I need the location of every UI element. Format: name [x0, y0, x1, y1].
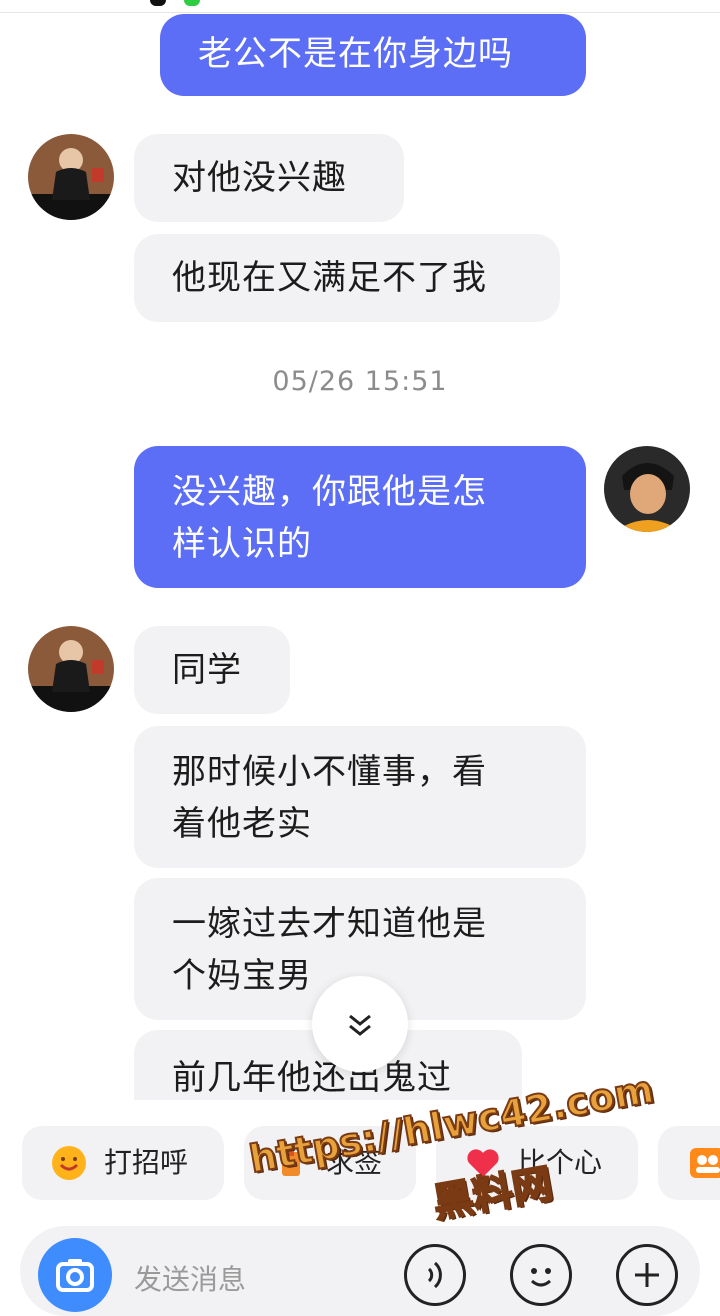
message-bubble-incoming[interactable]: 他现在又满足不了我	[134, 234, 560, 322]
camera-button[interactable]	[38, 1238, 112, 1312]
emoji-button[interactable]	[510, 1244, 572, 1306]
camera-icon	[56, 1259, 94, 1292]
status-icon-dark	[150, 0, 166, 6]
message-input[interactable]: 发送消息	[134, 1258, 246, 1298]
message-bubble-incoming[interactable]: 那时候小不懂事，看 着他老实	[134, 726, 586, 868]
message-text-line: 一嫁过去才知道他是	[172, 904, 487, 944]
message-bubble-outgoing[interactable]: 老公不是在你身边吗	[160, 14, 586, 96]
quick-action-greet[interactable]: 打招呼	[22, 1126, 224, 1200]
message-input-bar[interactable]	[20, 1226, 700, 1316]
message-text-line: 那时候小不懂事，看	[172, 752, 487, 792]
message-text-line: 着他老实	[172, 804, 312, 844]
contact-avatar[interactable]	[28, 626, 114, 712]
message-text-line: 没兴趣，你跟他是怎	[172, 472, 487, 512]
message-text: 他现在又满足不了我	[172, 258, 487, 298]
message-bubble-incoming[interactable]: 同学	[134, 626, 290, 714]
quick-action-label: 打招呼	[104, 1146, 189, 1179]
message-text: 同学	[172, 650, 242, 690]
quick-action-group[interactable]	[658, 1126, 720, 1200]
voice-icon	[427, 1261, 442, 1289]
status-bar-fragment	[0, 0, 720, 13]
plus-icon	[635, 1263, 659, 1287]
message-text: 对他没兴趣	[172, 158, 347, 198]
scroll-to-bottom-button[interactable]	[312, 976, 408, 1072]
double-chevron-down-icon	[349, 1014, 371, 1036]
status-icon-green	[184, 0, 200, 6]
contact-avatar[interactable]	[28, 134, 114, 220]
more-button[interactable]	[616, 1244, 678, 1306]
group-icon	[690, 1148, 720, 1178]
message-bubble-incoming[interactable]: 对他没兴趣	[134, 134, 404, 222]
voice-button[interactable]	[404, 1244, 466, 1306]
message-text: 老公不是在你身边吗	[198, 34, 513, 74]
my-avatar[interactable]	[604, 446, 690, 532]
message-text-line: 样认识的	[172, 524, 312, 564]
emoji-icon	[531, 1268, 551, 1287]
message-timestamp: 05/26 15:51	[272, 366, 448, 397]
smile-wave-icon	[52, 1146, 86, 1180]
message-bubble-outgoing[interactable]: 没兴趣，你跟他是怎 样认识的	[134, 446, 586, 588]
